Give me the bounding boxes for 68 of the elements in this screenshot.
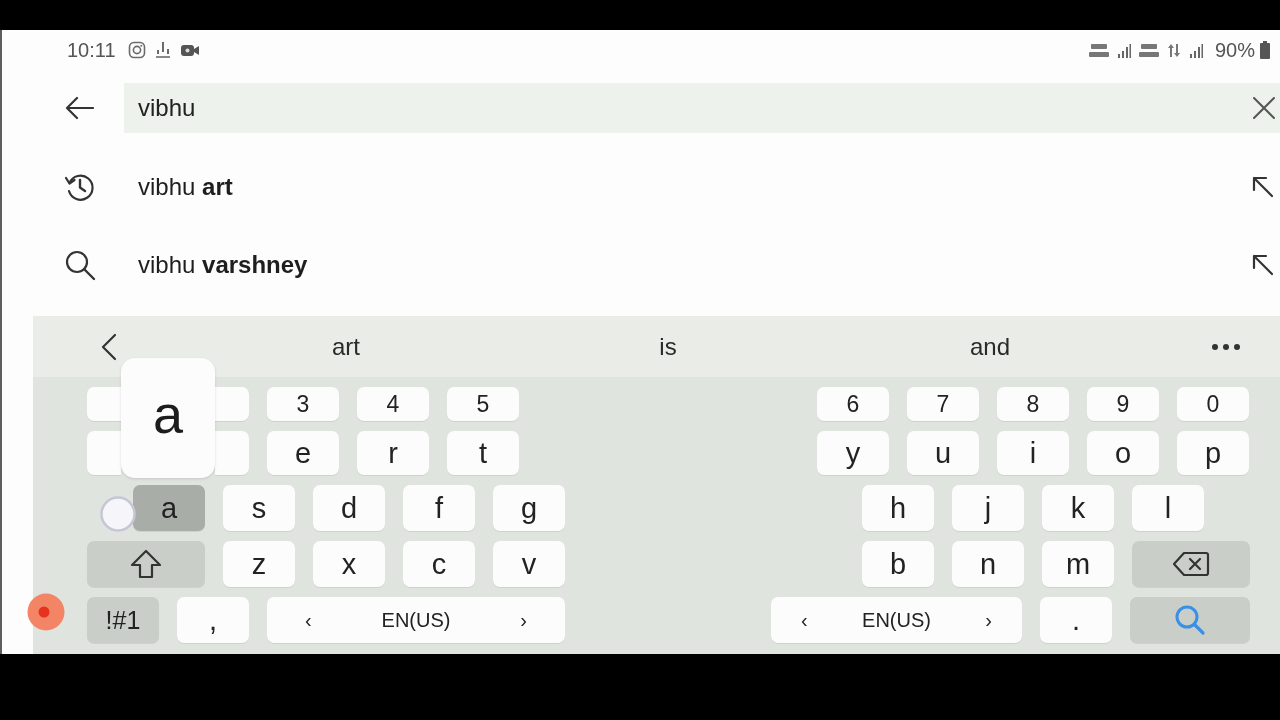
keyboard-key[interactable]: e	[267, 431, 339, 475]
keyboard-key[interactable]: v	[493, 541, 565, 587]
back-arrow-icon[interactable]	[64, 96, 94, 120]
keyboard-key[interactable]: k	[1042, 485, 1114, 531]
keyboard-key[interactable]: y	[817, 431, 889, 475]
keyboard-key[interactable]: p	[1177, 431, 1249, 475]
keyboard-key[interactable]: n	[952, 541, 1024, 587]
backspace-icon	[1172, 551, 1210, 577]
chevron-left-icon[interactable]	[100, 332, 117, 361]
battery-icon	[1260, 41, 1270, 59]
keyboard-key[interactable]: z	[223, 541, 295, 587]
search-icon	[1174, 604, 1206, 636]
touch-indicator-icon	[100, 496, 136, 532]
candidate-word[interactable]: is	[659, 332, 677, 361]
keyboard-key[interactable]: c	[403, 541, 475, 587]
keyboard-key[interactable]: 9	[1087, 387, 1159, 421]
backspace-key[interactable]	[1132, 541, 1250, 587]
keyboard-key[interactable]: j	[952, 485, 1024, 531]
network-indicator-icon	[1138, 42, 1159, 58]
keyboard-key[interactable]: 0	[1177, 387, 1249, 421]
signal-icon	[1116, 42, 1131, 58]
keyboard-key[interactable]: .	[1040, 597, 1112, 643]
network-indicator-icon	[1088, 42, 1109, 58]
keyboard-key[interactable]: u	[907, 431, 979, 475]
space-key[interactable]: ‹ EN(US) ›	[771, 597, 1022, 643]
keyboard-key[interactable]: g	[493, 485, 565, 531]
keyboard-key[interactable]: f	[403, 485, 475, 531]
suggestion-text[interactable]: vibhu art	[138, 173, 233, 201]
battery-percent: 90%	[1214, 38, 1255, 62]
shift-key[interactable]	[87, 541, 205, 587]
keyboard-key[interactable]: a	[133, 485, 205, 531]
keyboard-key[interactable]: x	[313, 541, 385, 587]
close-icon[interactable]	[1253, 97, 1275, 119]
keyboard-key[interactable]: t	[447, 431, 519, 475]
search-icon	[64, 249, 96, 281]
keyboard-key[interactable]: s	[223, 485, 295, 531]
video-camera-icon	[179, 42, 200, 58]
space-key[interactable]: ‹ EN(US) ›	[267, 597, 565, 643]
signal-icon	[1188, 42, 1203, 58]
record-icon[interactable]	[27, 593, 65, 631]
keyboard-key[interactable]: d	[313, 485, 385, 531]
candidate-word[interactable]: and	[969, 332, 1010, 361]
keyboard-key[interactable]: i	[997, 431, 1069, 475]
keyboard-key[interactable]: 8	[997, 387, 1069, 421]
keyboard-key[interactable]: l	[1132, 485, 1204, 531]
keyboard-key[interactable]: m	[1042, 541, 1114, 587]
keyboard-key[interactable]: ,	[177, 597, 249, 643]
arrow-up-left-icon[interactable]	[1252, 254, 1274, 276]
keyboard-key[interactable]: 4	[357, 387, 429, 421]
camera-outline-icon	[127, 41, 146, 59]
keyboard-key[interactable]: r	[357, 431, 429, 475]
shift-icon	[130, 549, 162, 579]
keyboard-key[interactable]: 3	[267, 387, 339, 421]
data-arrows-icon	[1166, 42, 1181, 58]
keyboard-key[interactable]: o	[1087, 431, 1159, 475]
candidate-word[interactable]: art	[332, 332, 360, 361]
keyboard-key[interactable]: h	[862, 485, 934, 531]
keyboard-key[interactable]: 5	[447, 387, 519, 421]
key-preview-tooltip: a	[121, 358, 215, 478]
keyboard-key[interactable]: 6	[817, 387, 889, 421]
keyboard-key[interactable]: b	[862, 541, 934, 587]
more-icon[interactable]	[1212, 343, 1240, 350]
keyboard-key[interactable]: 7	[907, 387, 979, 421]
status-time: 10:11	[67, 38, 116, 62]
arrow-up-left-icon[interactable]	[1252, 176, 1274, 198]
bar-chart-icon	[153, 41, 172, 59]
suggestion-text[interactable]: vibhu varshney	[138, 251, 308, 279]
symbols-key[interactable]: !#1	[87, 597, 159, 643]
